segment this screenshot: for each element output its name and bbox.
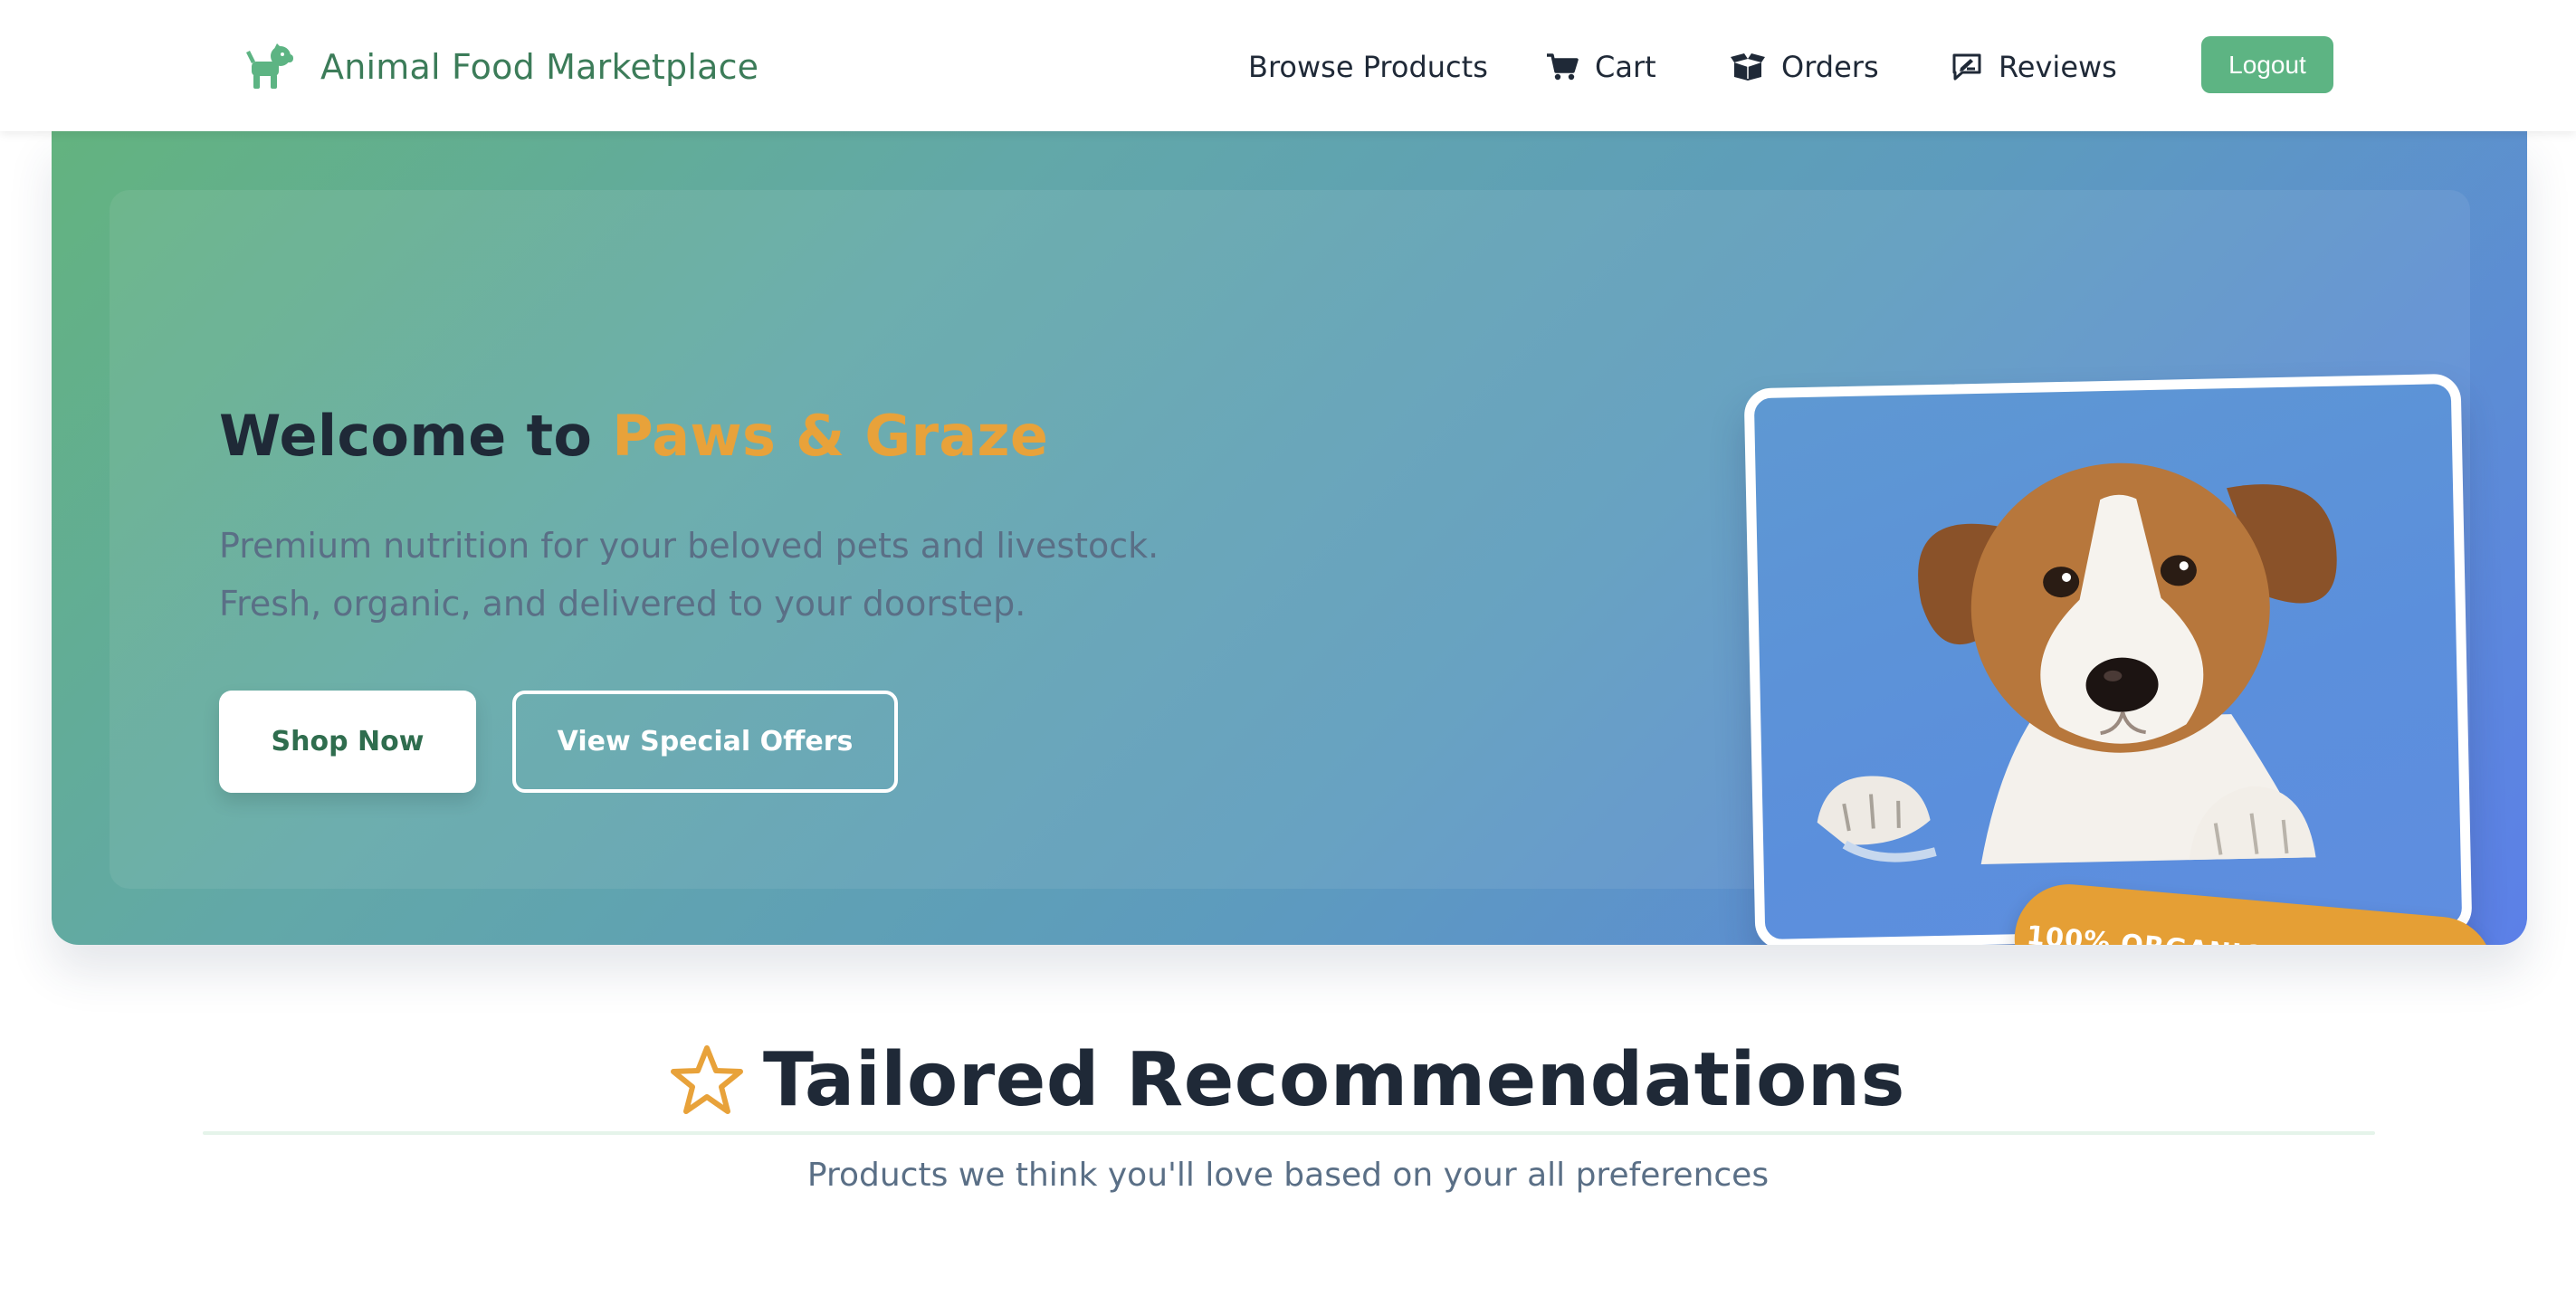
view-special-offers-button[interactable]: View Special Offers <box>512 691 898 793</box>
nav-browse-products[interactable]: Browse Products <box>1248 40 1488 94</box>
nav-orders-label: Orders <box>1781 50 1879 84</box>
shop-now-button[interactable]: Shop Now <box>219 691 476 793</box>
hero-title-prefix: Welcome to <box>219 403 613 469</box>
cart-icon <box>1547 53 1579 81</box>
hero-subtitle: Premium nutrition for your beloved pets … <box>219 526 1159 624</box>
hero-title: Welcome to Paws & Graze <box>219 403 1048 469</box>
hero-image-card <box>1743 373 2473 945</box>
star-icon <box>671 1045 743 1114</box>
recommendations-subtitle: Products we think you'll love based on y… <box>806 1157 1770 1194</box>
top-navbar: Animal Food Marketplace Browse Products … <box>0 0 2576 131</box>
nav-links: Browse Products Cart Orders Reviews <box>0 40 2576 94</box>
hero-banner: Welcome to Paws & Graze Premium nutritio… <box>52 131 2527 945</box>
recommendations-heading: Tailored Recommendations <box>0 1030 2576 1129</box>
nav-orders[interactable]: Orders <box>1731 40 1879 94</box>
nav-cart-label: Cart <box>1595 50 1656 84</box>
nav-browse-products-label: Browse Products <box>1248 50 1488 84</box>
recommendations-title: Tailored Recommendations <box>763 1036 1905 1123</box>
hero-title-brand: Paws & Graze <box>612 403 1049 469</box>
dog-photo <box>1817 462 2337 864</box>
nav-reviews[interactable]: Reviews <box>1951 40 2117 94</box>
logout-button[interactable]: Logout <box>2201 36 2333 93</box>
box-icon <box>1731 53 1765 81</box>
nav-reviews-label: Reviews <box>1999 50 2117 84</box>
nav-cart[interactable]: Cart <box>1546 40 1656 94</box>
recommendations-divider <box>203 1131 2375 1135</box>
review-icon <box>1952 53 1981 81</box>
